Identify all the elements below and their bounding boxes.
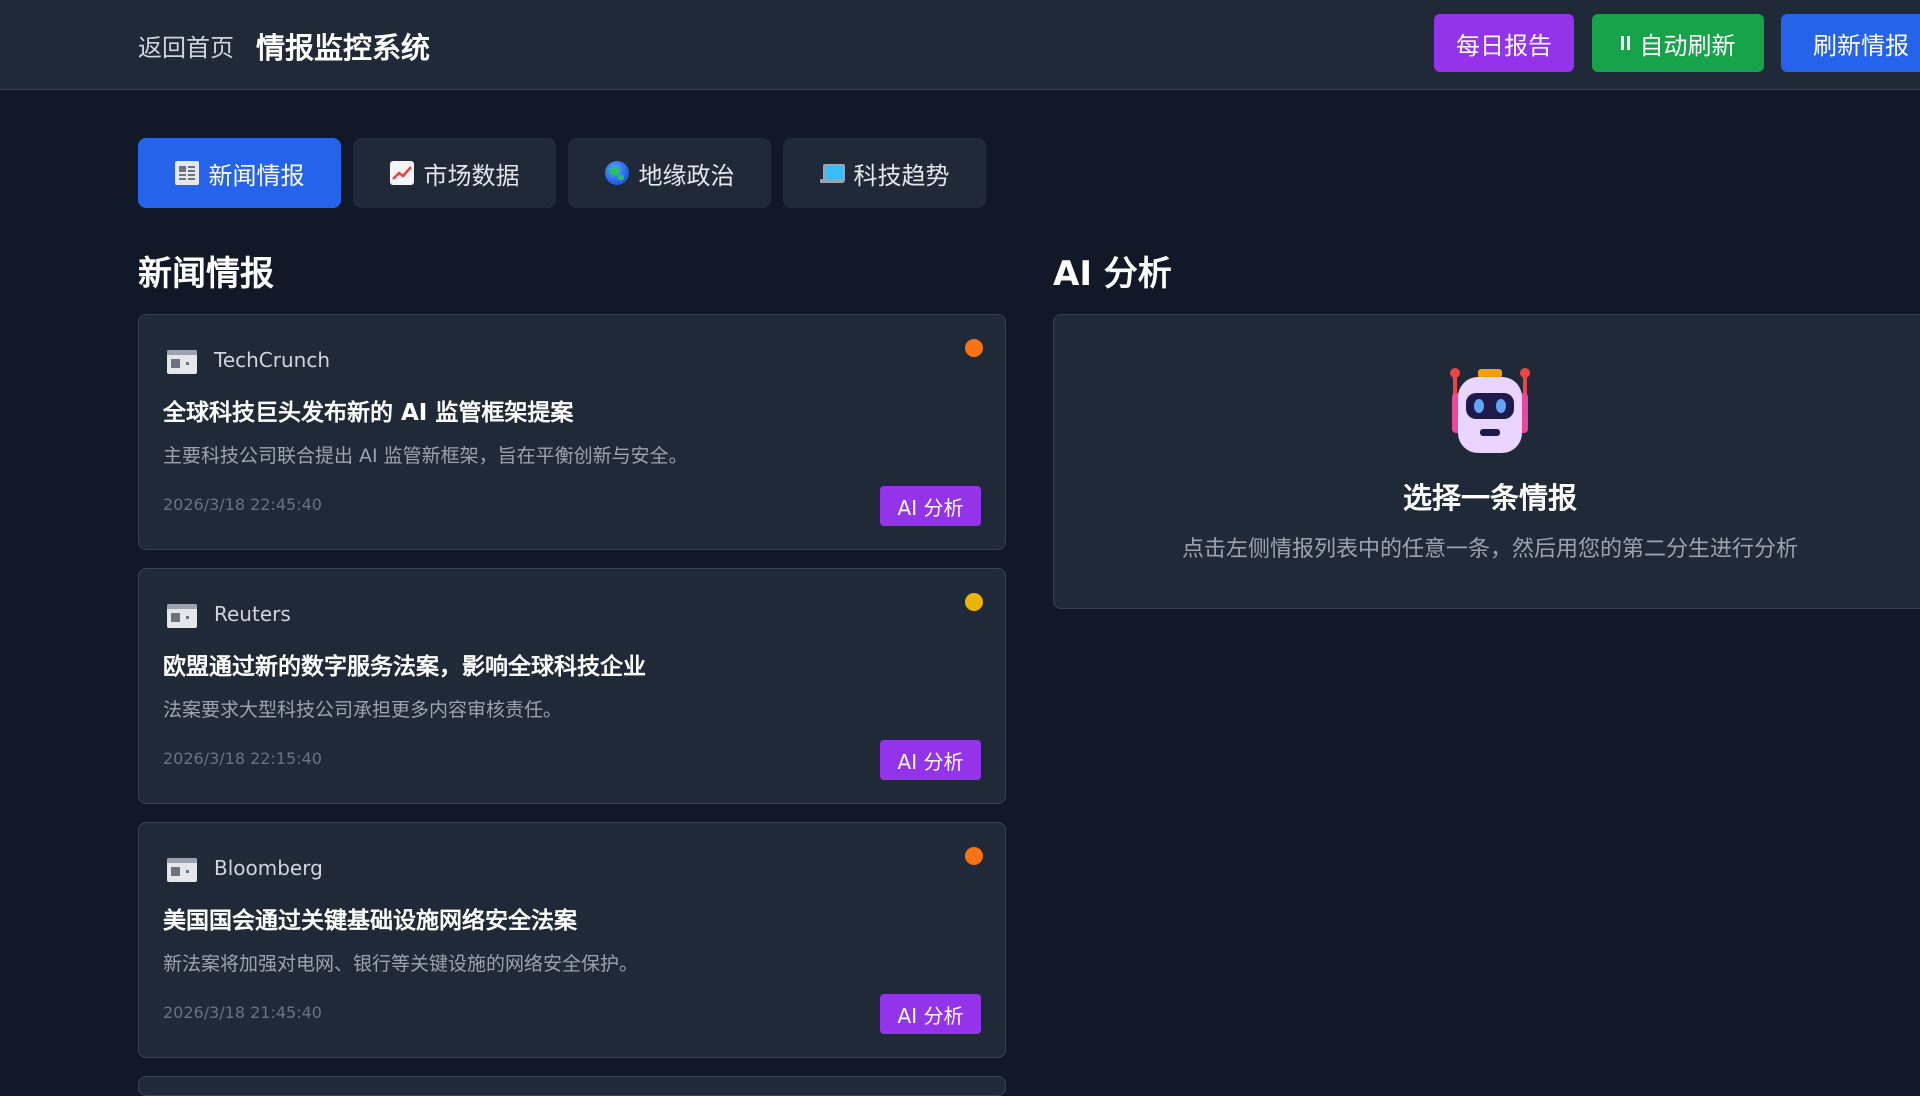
tab-news[interactable]: 新闻情报 [138,138,341,208]
priority-dot [965,593,983,611]
priority-dot [965,847,983,865]
tab-geopolitics[interactable]: 地缘政治 [568,138,771,208]
news-headline: 美国国会通过关键基础设施网络安全法案 [163,908,577,934]
refresh-button[interactable]: 刷新情报 [1781,14,1920,72]
ai-empty-heading: 选择一条情报 [1402,481,1577,515]
news-timestamp: 2026/3/18 21:45:40 [163,1003,322,1022]
news-source: Bloomberg [214,856,323,880]
newspaper-icon [167,350,197,374]
chart-icon [389,161,414,185]
news-summary: 法案要求大型科技公司承担更多内容审核责任。 [163,699,563,721]
tab-market-label: 市场数据 [423,161,520,190]
news-source: Reuters [214,602,291,626]
news-source: TechCrunch [214,348,331,372]
news-card[interactable]: Bloomberg 美国国会通过关键基础设施网络安全法案 新法案将加强对电网、银… [138,822,1006,1058]
news-card[interactable]: Reuters 欧盟通过新的数字服务法案，影响全球科技企业 法案要求大型科技公司… [138,568,1006,804]
globe-icon [604,161,629,185]
news-section-title: 新闻情报 [138,254,274,294]
daily-report-label: 每日报告 [1456,31,1552,60]
laptop-icon [819,161,845,185]
ai-analyze-button[interactable]: AI 分析 [880,486,981,526]
news-headline: 全球科技巨头发布新的 AI 监管框架提案 [163,400,574,426]
newspaper-icon [167,604,197,628]
tab-market[interactable]: 市场数据 [353,138,556,208]
ai-analysis-panel: 选择一条情报 点击左侧情报列表中的任意一条，然后用您的第二分生进行分析 [1053,314,1920,609]
news-headline: 欧盟通过新的数字服务法案，影响全球科技企业 [163,654,646,680]
tab-tech-label: 科技趋势 [853,161,950,190]
news-card[interactable]: TechCrunch 全球科技巨头发布新的 AI 监管框架提案 主要科技公司联合… [138,314,1006,550]
pause-icon [1620,36,1630,50]
refresh-label: 刷新情报 [1813,31,1909,60]
news-summary: 主要科技公司联合提出 AI 监管新框架，旨在平衡创新与安全。 [163,445,688,467]
app-title: 情报监控系统 [256,31,431,65]
back-home-link[interactable]: 返回首页 [138,28,234,63]
tab-news-label: 新闻情报 [208,161,305,190]
news-timestamp: 2026/3/18 22:45:40 [163,495,322,514]
ai-section-title: AI 分析 [1053,254,1172,294]
newspaper-icon [174,161,199,185]
news-card[interactable] [138,1076,1006,1096]
tab-tech[interactable]: 科技趋势 [783,138,986,208]
newspaper-icon [167,858,197,882]
news-summary: 新法案将加强对电网、银行等关键设施的网络安全保护。 [163,953,639,975]
daily-report-button[interactable]: 每日报告 [1434,14,1574,72]
auto-refresh-label: 自动刷新 [1639,31,1736,60]
ai-empty-description: 点击左侧情报列表中的任意一条，然后用您的第二分生进行分析 [1181,537,1798,562]
top-header: 返回首页 情报监控系统 每日报告 自动刷新 刷新情报 [0,0,1920,90]
ai-analyze-button[interactable]: AI 分析 [880,740,981,780]
robot-icon [1450,368,1530,453]
auto-refresh-button[interactable]: 自动刷新 [1592,14,1764,72]
tab-geopolitics-label: 地缘政治 [638,161,735,190]
priority-dot [965,339,983,357]
ai-analyze-button[interactable]: AI 分析 [880,994,981,1034]
news-timestamp: 2026/3/18 22:15:40 [163,749,322,768]
